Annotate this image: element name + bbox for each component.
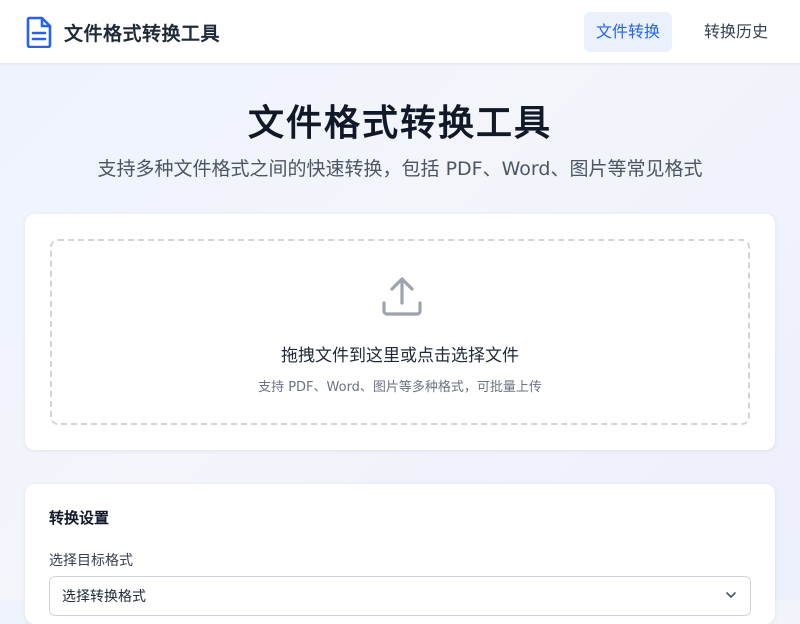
- settings-title: 转换设置: [49, 509, 110, 527]
- brand[interactable]: 文件格式转换工具: [26, 16, 220, 48]
- nav-file-convert[interactable]: 文件转换: [583, 12, 672, 52]
- convert-settings-card: 转换设置 选择目标格式 选择转换格式: [25, 484, 775, 624]
- brand-title: 文件格式转换工具: [64, 22, 221, 45]
- app-header: 文件格式转换工具 文件转换 转换历史: [0, 0, 800, 64]
- upload-card: 拖拽文件到这里或点击选择文件 支持 PDF、Word、图片等多种格式，可批量上传: [25, 214, 775, 450]
- file-dropzone[interactable]: 拖拽文件到这里或点击选择文件 支持 PDF、Word、图片等多种格式，可批量上传: [50, 239, 750, 425]
- dropzone-title: 拖拽文件到这里或点击选择文件: [281, 346, 519, 366]
- upload-icon: [380, 275, 424, 319]
- page-title: 文件格式转换工具: [247, 103, 552, 144]
- target-format-select[interactable]: 选择转换格式: [49, 576, 751, 616]
- page-subtitle: 支持多种文件格式之间的快速转换，包括 PDF、Word、图片等常见格式: [97, 158, 703, 180]
- nav-convert-history[interactable]: 转换历史: [692, 12, 780, 52]
- dropzone-hint: 支持 PDF、Word、图片等多种格式，可批量上传: [258, 380, 542, 395]
- document-icon: [26, 16, 52, 48]
- target-format-label: 选择目标格式: [49, 553, 133, 569]
- top-nav: 文件转换 转换历史: [564, 12, 780, 52]
- target-format-value: 选择转换格式: [62, 589, 146, 605]
